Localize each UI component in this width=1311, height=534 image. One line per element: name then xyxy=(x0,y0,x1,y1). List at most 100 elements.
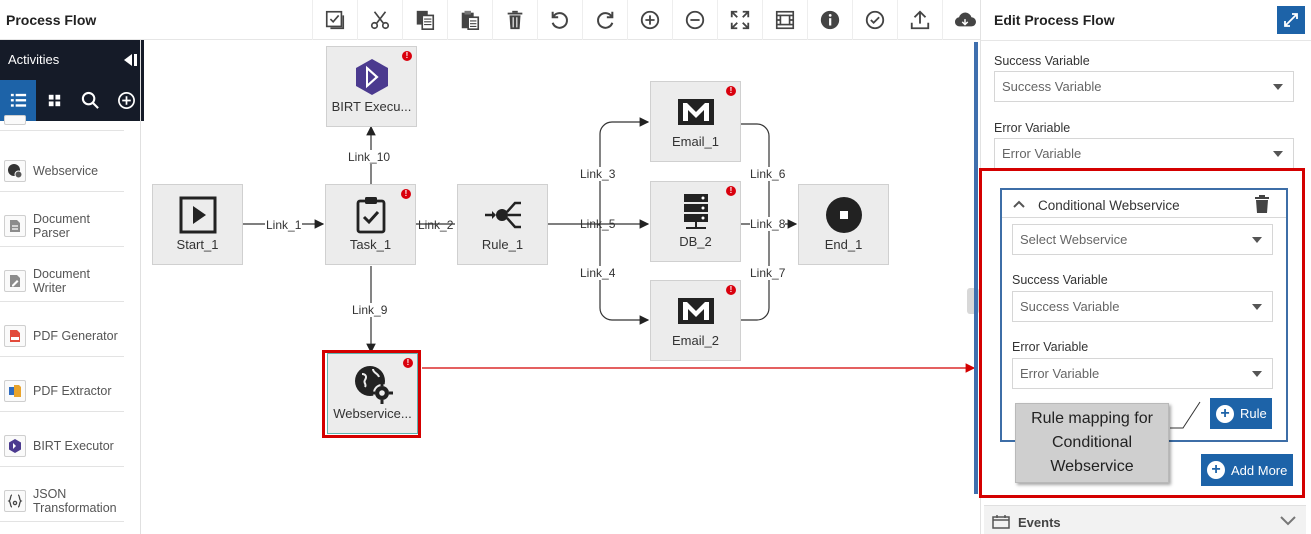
error-variable-label: Error Variable xyxy=(994,121,1071,135)
info-button[interactable] xyxy=(807,0,852,40)
calendar-icon xyxy=(992,515,1010,529)
link-label-8[interactable]: Link_8 xyxy=(750,217,786,231)
conditional-success-select[interactable]: Success Variable xyxy=(1012,291,1273,322)
validate-icon xyxy=(865,10,885,30)
link-label-4[interactable]: Link_4 xyxy=(580,266,616,280)
conditional-error-value: Error Variable xyxy=(1020,366,1100,381)
zoom-out-icon xyxy=(685,10,705,30)
activity-partial[interactable] xyxy=(0,115,124,131)
paste-button[interactable] xyxy=(447,0,492,40)
node-email-1[interactable]: ! Email_1 xyxy=(650,81,741,162)
link-label-7[interactable]: Link_7 xyxy=(750,266,786,280)
search-icon xyxy=(81,91,99,109)
expand-icon xyxy=(1284,13,1298,27)
paste-icon xyxy=(461,10,480,30)
chevron-down-icon[interactable] xyxy=(1280,516,1296,526)
panel-edge-scrollbar[interactable] xyxy=(974,42,978,494)
pdf-extractor-icon xyxy=(4,379,26,402)
activity-pdf-generator[interactable]: PDF Generator xyxy=(0,315,124,357)
error-variable-select[interactable]: Error Variable xyxy=(994,138,1294,169)
panel-title: Edit Process Flow xyxy=(994,12,1115,28)
conditional-webservice-title: Conditional Webservice xyxy=(1038,198,1180,213)
copy-icon xyxy=(416,10,435,30)
node-task[interactable]: ! Task_1 xyxy=(325,184,416,265)
upload-button[interactable] xyxy=(897,0,942,40)
activity-icon xyxy=(4,115,26,125)
expand-panel-button[interactable] xyxy=(1277,6,1305,34)
add-rule-label: Rule xyxy=(1240,406,1267,421)
conditional-error-label: Error Variable xyxy=(1012,340,1089,354)
tab-grid-view[interactable] xyxy=(36,80,72,121)
success-variable-value: Success Variable xyxy=(1002,79,1102,94)
activity-json-transformation[interactable]: JSON Transformation xyxy=(0,480,124,522)
tab-search[interactable] xyxy=(72,80,108,121)
webservice-icon xyxy=(4,159,26,182)
add-more-button[interactable]: + Add More xyxy=(1201,454,1293,486)
select-webservice-select[interactable]: Select Webservice xyxy=(1012,224,1273,255)
events-section-header[interactable]: Events xyxy=(984,505,1306,534)
node-email-2[interactable]: ! Email_2 xyxy=(650,280,741,361)
conditional-error-select[interactable]: Error Variable xyxy=(1012,358,1273,389)
activity-label: PDF Generator xyxy=(33,328,118,343)
activity-document-writer[interactable]: Document Writer xyxy=(0,260,124,302)
delete-icon xyxy=(507,10,523,30)
link-label-6[interactable]: Link_6 xyxy=(750,167,786,181)
select-all-button[interactable] xyxy=(312,0,357,40)
collapse-sidebar-icon[interactable] xyxy=(122,52,138,68)
node-label: DB_2 xyxy=(679,234,712,249)
link-label-9[interactable]: Link_9 xyxy=(352,303,388,317)
select-webservice-value: Select Webservice xyxy=(1020,232,1128,247)
activity-label: PDF Extractor xyxy=(33,383,112,398)
link-label-5[interactable]: Link_5 xyxy=(580,217,615,231)
add-more-label: Add More xyxy=(1231,462,1288,478)
add-circle-icon xyxy=(117,92,135,109)
activity-birt-executor[interactable]: BIRT Executor xyxy=(0,425,124,467)
activity-label: JSON Transformation xyxy=(33,486,117,515)
activity-webservice[interactable]: Webservice xyxy=(0,150,124,192)
add-rule-button[interactable]: + Rule xyxy=(1210,398,1272,429)
success-variable-select[interactable]: Success Variable xyxy=(994,71,1294,102)
node-end[interactable]: End_1 xyxy=(798,184,889,265)
node-birt-executor[interactable]: ! BIRT Execu... xyxy=(326,46,417,127)
document-parser-icon xyxy=(4,214,26,237)
fit-screen-icon xyxy=(730,10,750,30)
tab-add[interactable] xyxy=(108,80,144,121)
chevron-down-icon xyxy=(1252,304,1262,310)
page-title: Process Flow xyxy=(6,12,97,28)
error-variable-value: Error Variable xyxy=(1002,146,1082,161)
grid-button[interactable] xyxy=(762,0,807,40)
redo-icon xyxy=(597,11,614,29)
activity-label: BIRT Executor xyxy=(33,438,114,453)
link-label-10[interactable]: Link_10 xyxy=(348,150,391,164)
link-label-3[interactable]: Link_3 xyxy=(580,167,616,181)
email-icon xyxy=(677,99,714,125)
node-db[interactable]: ! DB_2 xyxy=(650,181,741,262)
delete-button[interactable] xyxy=(492,0,537,40)
chevron-down-icon xyxy=(1252,371,1262,377)
link-label-2[interactable]: Link_2 xyxy=(418,218,453,232)
zoom-out-button[interactable] xyxy=(672,0,717,40)
zoom-in-button[interactable] xyxy=(627,0,672,40)
validate-button[interactable] xyxy=(852,0,897,40)
grid-icon xyxy=(775,10,795,30)
trash-icon[interactable] xyxy=(1254,195,1270,213)
link-label-1[interactable]: Link_1 xyxy=(265,218,303,232)
rule-mapping-callout: Rule mapping for Conditional Webservice xyxy=(1015,403,1169,483)
fit-screen-button[interactable] xyxy=(717,0,762,40)
activity-document-parser[interactable]: Document Parser xyxy=(0,205,124,247)
list-icon xyxy=(10,93,26,107)
activity-pdf-extractor[interactable]: PDF Extractor xyxy=(0,370,124,412)
undo-button[interactable] xyxy=(537,0,582,40)
redo-button[interactable] xyxy=(582,0,627,40)
copy-button[interactable] xyxy=(402,0,447,40)
flow-canvas[interactable]: ! BIRT Execu... Start_1 ! Task_1 Rule_1 … xyxy=(145,40,975,534)
birt-executor-icon xyxy=(355,59,388,95)
panel-header-divider xyxy=(981,40,1311,41)
node-rule[interactable]: Rule_1 xyxy=(457,184,548,265)
node-start[interactable]: Start_1 xyxy=(152,184,243,265)
cut-button[interactable] xyxy=(357,0,402,40)
conditional-webservice-header[interactable]: Conditional Webservice xyxy=(1002,190,1286,218)
rule-split-icon xyxy=(484,201,521,229)
chevron-up-icon[interactable] xyxy=(1013,199,1025,209)
error-badge: ! xyxy=(726,285,736,295)
